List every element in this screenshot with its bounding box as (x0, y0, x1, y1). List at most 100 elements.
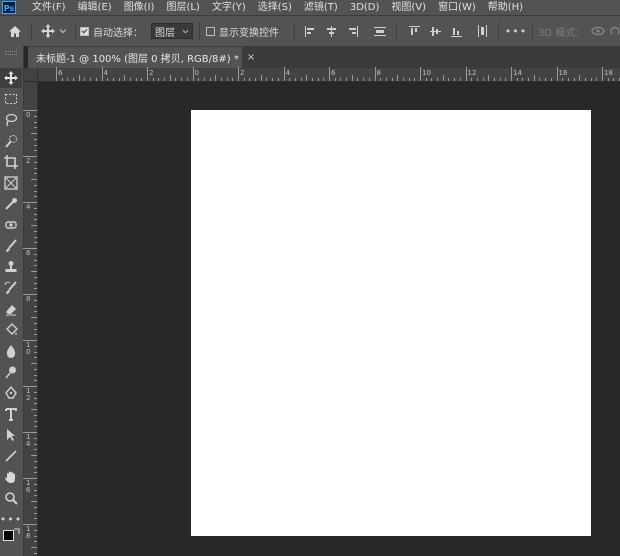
ruler-minor-tick (34, 380, 37, 382)
align-left-icon[interactable] (303, 16, 317, 46)
paint-bucket-tool[interactable] (0, 320, 22, 340)
ruler-minor-tick (34, 443, 37, 445)
align-right-icon[interactable] (345, 16, 359, 46)
ruler-label: 1 6 (26, 479, 31, 494)
ruler-minor-tick (164, 78, 166, 81)
menu-edit[interactable]: 编辑(E) (78, 0, 112, 15)
quick-selection-tool[interactable] (0, 131, 22, 151)
menu-help[interactable]: 帮助(H) (488, 0, 523, 15)
menu-select[interactable]: 选择(S) (258, 0, 292, 15)
ruler-minor-tick (34, 219, 37, 221)
menu-type[interactable]: 文字(Y) (212, 0, 246, 15)
ruler-minor-tick (334, 78, 336, 81)
ruler-minor-tick (385, 78, 387, 81)
clone-stamp-tool[interactable] (0, 257, 22, 277)
ruler-origin[interactable] (24, 68, 38, 82)
close-icon[interactable]: × (247, 52, 255, 63)
menu-file[interactable]: 文件(F) (32, 0, 66, 15)
eraser-tool[interactable] (0, 299, 22, 319)
lasso-tool[interactable] (0, 110, 22, 130)
ruler-minor-tick (34, 351, 37, 353)
color-swatches[interactable] (0, 526, 22, 550)
pen-icon (5, 386, 17, 399)
hand-tool[interactable] (0, 467, 22, 487)
ruler-minor-tick (129, 78, 131, 81)
eyedropper-tool[interactable] (0, 194, 22, 214)
auto-select-check[interactable] (80, 26, 89, 36)
marquee-tool[interactable] (0, 89, 22, 109)
show-transform-check[interactable] (206, 26, 215, 36)
menu-layer[interactable]: 图层(L) (166, 0, 199, 15)
history-brush-icon (4, 281, 17, 294)
line-tool[interactable] (0, 446, 22, 466)
zoom-tool[interactable] (0, 488, 22, 508)
ruler-minor-tick (31, 225, 37, 226)
align-top-icon[interactable] (407, 16, 421, 46)
ruler-minor-tick (209, 78, 211, 81)
blur-tool[interactable] (0, 341, 22, 361)
ruler-minor-tick (493, 78, 495, 81)
ruler-minor-tick (368, 78, 370, 81)
ruler-minor-tick (226, 78, 228, 81)
auto-select-target-dropdown[interactable]: 图层 (151, 16, 193, 46)
ruler-minor-tick (34, 529, 37, 531)
brush-tool[interactable] (0, 236, 22, 256)
ruler-major-tick (329, 67, 330, 81)
swap-colors-icon (14, 528, 20, 534)
home-icon[interactable] (4, 16, 26, 46)
document-tab[interactable]: 未标题-1 @ 100% (图层 0 拷贝, RGB/8#) * × (28, 47, 255, 68)
distribute-vertical-icon[interactable] (372, 16, 388, 46)
align-vertical-center-icon[interactable] (428, 16, 442, 46)
ruler-minor-tick (141, 78, 143, 81)
horizontal-ruler[interactable]: 6 4 2 0 2 4 6 8 10 12 14 16 18 (38, 67, 620, 82)
vertical-ruler[interactable]: 0 2 4 6 8 1 0 1 2 1 4 1 6 1 8 (23, 82, 38, 556)
distribute-horizontal-icon[interactable] (475, 16, 489, 46)
3d-roll-icon[interactable] (609, 16, 620, 46)
ruler-minor-tick (34, 328, 37, 330)
auto-select-checkbox[interactable]: 自动选择： (80, 16, 143, 46)
path-selection-tool[interactable] (0, 425, 22, 445)
show-transform-checkbox[interactable]: 显示变换控件 (206, 16, 279, 46)
photoshop-logo: Ps (2, 1, 16, 14)
type-tool[interactable] (0, 404, 22, 424)
ruler-minor-tick (340, 78, 342, 81)
menu-window[interactable]: 窗口(W) (438, 0, 476, 15)
ruler-minor-tick (34, 305, 37, 307)
ruler-major-tick (420, 67, 421, 81)
arrow-icon (7, 429, 15, 441)
ruler-minor-tick (34, 253, 37, 255)
ruler-label: 6 (26, 249, 31, 257)
healing-brush-tool[interactable] (0, 215, 22, 235)
options-bar: 自动选择： 图层 显示变换控件 ••• 3D 模式： (0, 15, 620, 46)
menu-image[interactable]: 图像(I) (124, 0, 155, 15)
3d-orbit-icon[interactable] (590, 16, 606, 46)
panel-grip[interactable] (5, 51, 17, 55)
type-icon (5, 408, 17, 421)
move-tool-preset-picker[interactable] (38, 16, 70, 46)
align-horizontal-center-icon[interactable] (324, 16, 338, 46)
ruler-minor-tick (34, 196, 37, 198)
ruler-minor-tick (289, 78, 291, 81)
ruler-minor-tick (215, 75, 217, 81)
crop-icon (4, 155, 18, 169)
document-canvas[interactable] (191, 110, 591, 536)
more-options-icon[interactable]: ••• (505, 16, 527, 46)
dodge-tool[interactable] (0, 362, 22, 382)
pen-tool[interactable] (0, 383, 22, 403)
ruler-minor-tick (135, 78, 137, 81)
frame-tool[interactable] (0, 173, 22, 193)
eraser-icon (6, 305, 16, 316)
menu-view[interactable]: 视图(V) (391, 0, 426, 15)
menu-3d[interactable]: 3D(D) (350, 0, 380, 15)
ruler-label: 1 2 (26, 387, 31, 402)
ruler-minor-tick (34, 357, 37, 359)
chevron-down-icon (182, 29, 189, 34)
history-brush-tool[interactable] (0, 278, 22, 298)
ruler-minor-tick (522, 78, 524, 81)
move-tool[interactable] (0, 68, 22, 88)
ruler-minor-tick (34, 115, 37, 117)
menu-filter[interactable]: 滤镜(T) (304, 0, 338, 15)
align-bottom-icon[interactable] (449, 16, 463, 46)
ruler-minor-tick (550, 78, 552, 81)
crop-tool[interactable] (0, 152, 22, 172)
